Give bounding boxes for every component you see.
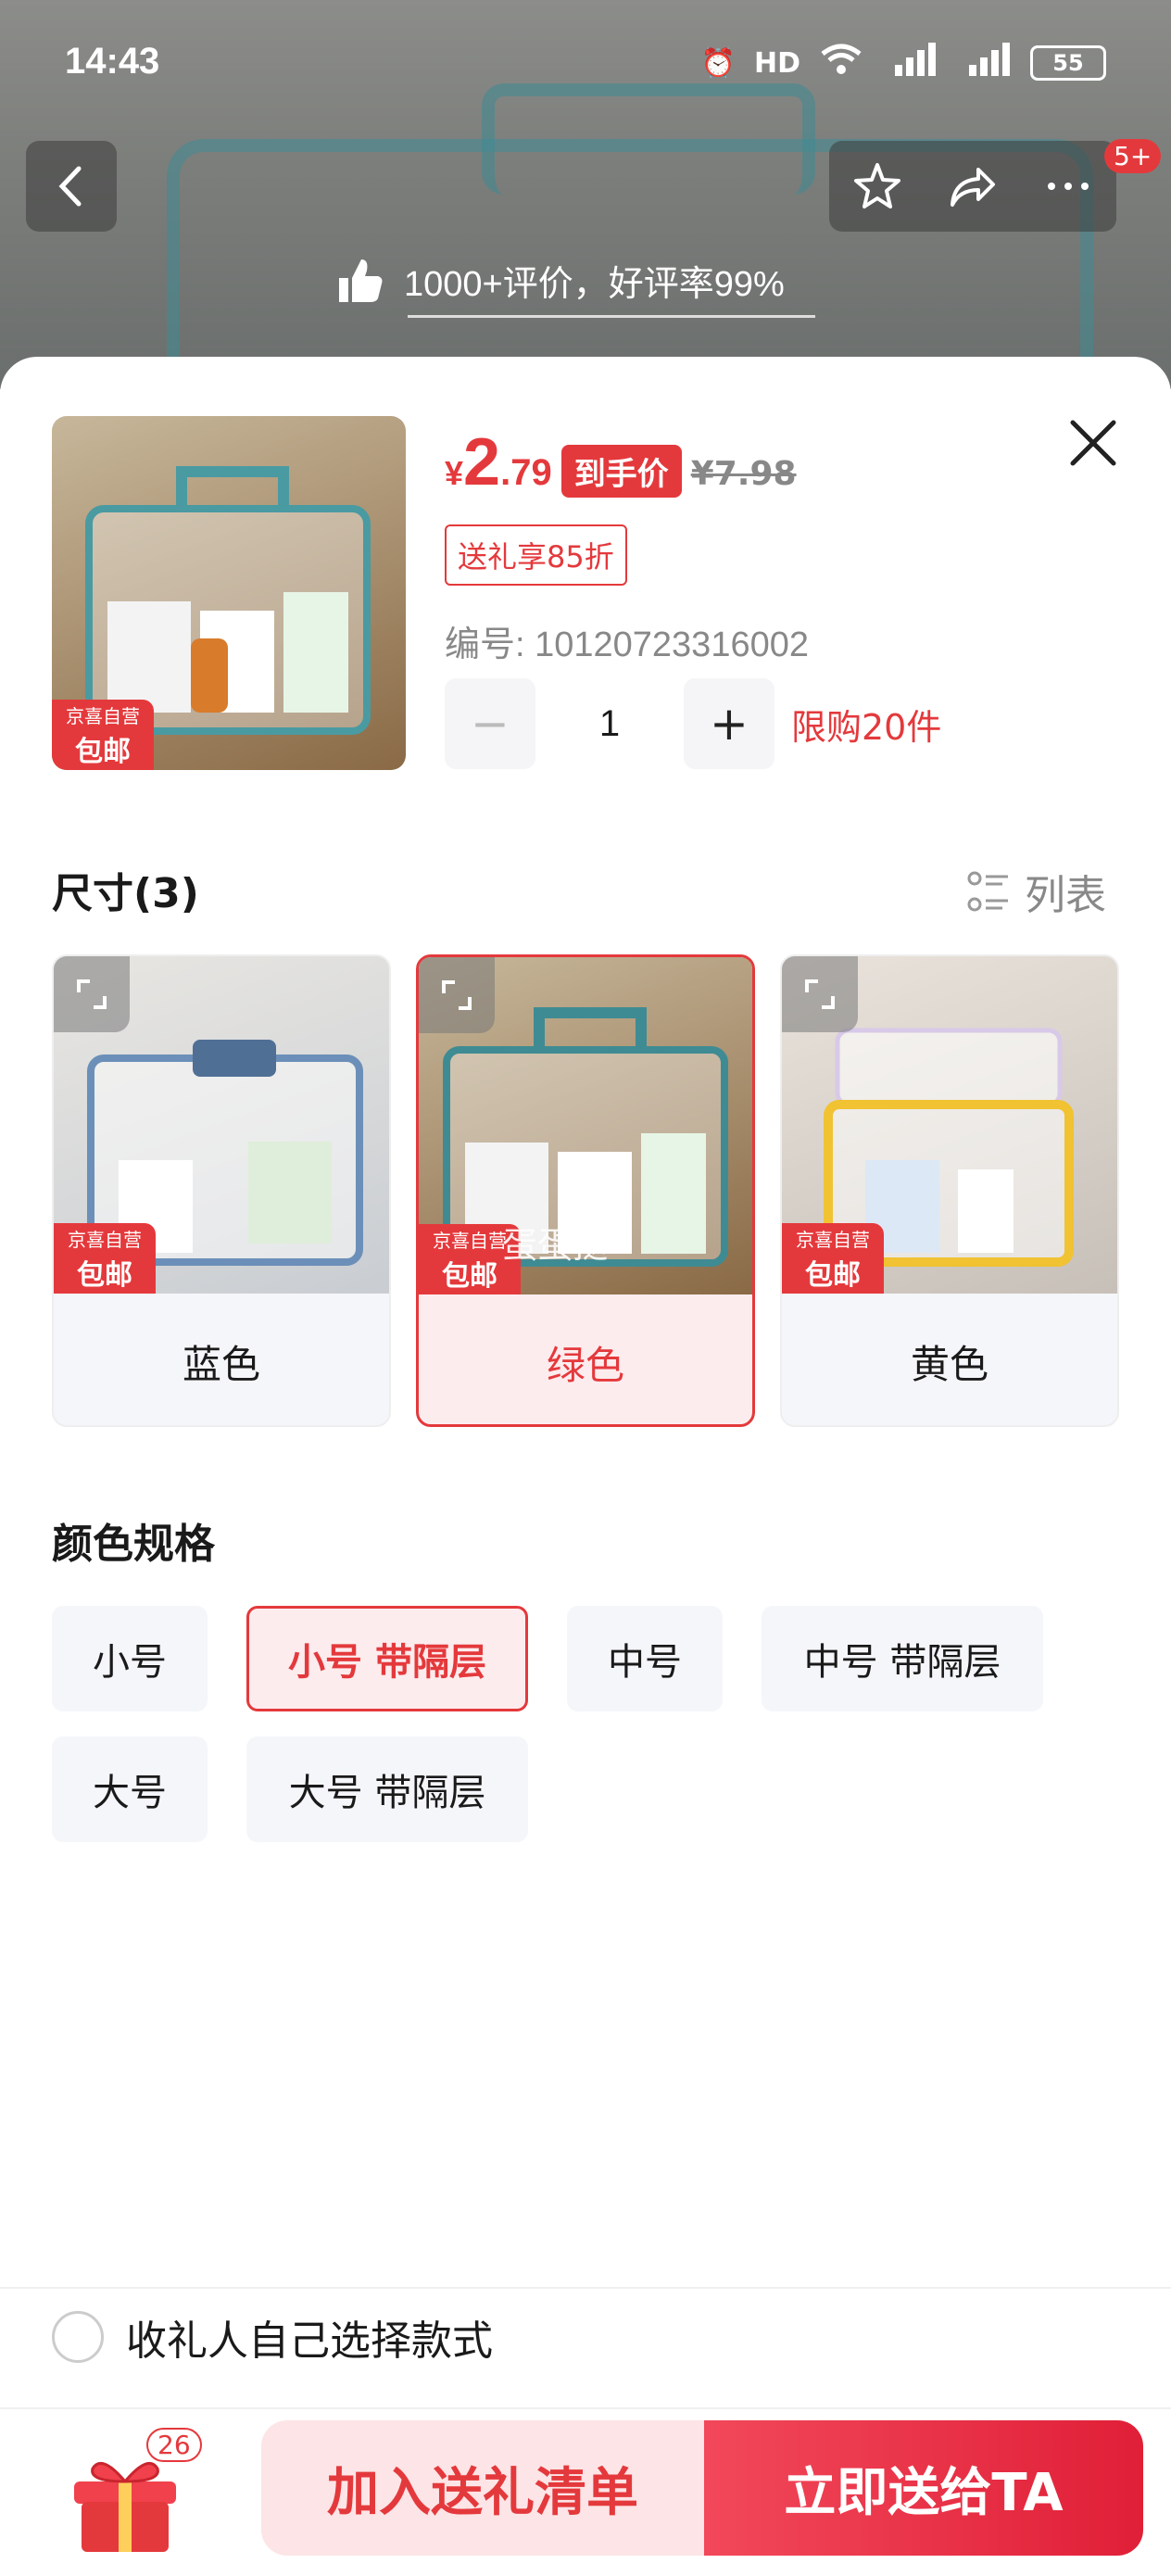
signal-icon-2 (956, 41, 1012, 85)
star-icon[interactable] (851, 160, 903, 212)
variant-card-blue[interactable]: 京喜自营 包邮 蓝色 (52, 954, 391, 1427)
price-decimal: .79 (500, 452, 552, 493)
option-chip[interactable]: 中号 带隔层 (762, 1606, 1043, 1711)
price-symbol: ¥ (445, 454, 464, 492)
wifi-icon (819, 43, 863, 83)
badge-big-text: 包邮 (442, 1259, 497, 1293)
expand-icon[interactable] (419, 957, 495, 1033)
review-underline (408, 315, 815, 318)
variant-image: 京喜自营 包邮 蛋蛋挞 (419, 957, 752, 1294)
close-icon[interactable] (1064, 413, 1123, 473)
increase-button[interactable]: + (684, 678, 774, 769)
status-bar: 14:43 ⏰ HD 55 (0, 0, 1171, 139)
review-summary[interactable]: 1000+评价，好评率99% (334, 243, 785, 317)
price-integer: 2 (463, 425, 501, 499)
thumbs-up-icon (339, 259, 383, 302)
footer-divider (0, 2287, 1171, 2289)
price-row: ¥2.79 到手价 ¥7.98 (445, 424, 797, 500)
jd-self-badge: 京喜自营 包邮 (54, 1223, 156, 1294)
expand-icon[interactable] (54, 956, 130, 1032)
gift-count-badge: 26 (146, 2428, 202, 2462)
decrease-button[interactable]: − (445, 678, 535, 769)
battery-icon: 55 (1030, 45, 1106, 81)
badge-small-text: 京喜自营 (68, 1228, 142, 1251)
cart-badge: 5+ (1104, 139, 1162, 173)
size-section-title: 尺寸(3) (52, 870, 199, 917)
badge-small-text: 京喜自营 (433, 1229, 507, 1252)
color-section-title: 颜色规格 (52, 1521, 215, 1568)
send-now-button[interactable]: 立即送给TA (704, 2420, 1143, 2556)
jd-self-badge: 京喜自营 包邮 (52, 700, 154, 770)
variant-card-green[interactable]: 京喜自营 包邮 蛋蛋挞 绿色 (416, 954, 755, 1427)
list-icon (967, 871, 1008, 912)
quantity-value[interactable]: 1 (535, 703, 684, 745)
signal-icon-1 (882, 41, 938, 85)
quantity-stepper: − 1 + 限购20件 (445, 678, 941, 769)
bottom-bar-divider (0, 2407, 1171, 2409)
review-text: 1000+评价，好评率99% (404, 264, 785, 304)
variant-image: 京喜自营 包邮 (782, 956, 1117, 1294)
variant-card-yellow[interactable]: 京喜自营 包邮 黄色 (780, 954, 1119, 1427)
badge-small-text: 京喜自营 (796, 1228, 870, 1251)
current-price: ¥2.79 (445, 424, 552, 500)
top-action-group (829, 141, 1116, 232)
option-chip[interactable]: 大号 带隔层 (246, 1736, 528, 1842)
add-to-gift-list-button[interactable]: 加入送礼清单 (261, 2420, 704, 2556)
gift-discount-tag: 送礼享85折 (445, 524, 627, 586)
option-chip[interactable]: 大号 (52, 1736, 208, 1842)
variant-label: 绿色 (546, 1342, 624, 1388)
product-thumbnail[interactable]: 京喜自营 包邮 (52, 416, 406, 770)
option-chip[interactable]: 小号 (52, 1606, 208, 1711)
option-chip-selected[interactable]: 小号 带隔层 (246, 1606, 528, 1711)
badge-small-text: 京喜自营 (66, 704, 140, 727)
jd-self-badge: 京喜自营 包邮 (782, 1223, 884, 1294)
share-icon[interactable] (947, 160, 999, 212)
purchase-limit: 限购20件 (791, 706, 942, 748)
self-select-label: 收礼人自己选择款式 (126, 2317, 493, 2365)
option-chip[interactable]: 中号 (567, 1606, 723, 1711)
badge-big-text: 包邮 (805, 1258, 861, 1292)
radio-button[interactable] (52, 2311, 104, 2363)
sku-number: 编号: 10120723316002 (445, 625, 809, 664)
list-toggle-label: 列表 (1025, 872, 1106, 919)
more-icon[interactable] (1042, 160, 1094, 212)
self-select-option[interactable]: 收礼人自己选择款式 (52, 2307, 493, 2367)
status-time: 14:43 (65, 41, 160, 82)
back-button[interactable] (26, 141, 117, 232)
hd-icon: HD (753, 46, 800, 80)
badge-big-text: 包邮 (75, 735, 131, 768)
status-icons: ⏰ HD 55 (701, 41, 1106, 85)
badge-big-text: 包邮 (77, 1258, 132, 1292)
variant-image: 京喜自营 包邮 (54, 956, 389, 1294)
final-price-tag: 到手价 (560, 445, 682, 498)
original-price: ¥7.98 (690, 455, 797, 493)
expand-icon[interactable] (782, 956, 858, 1032)
image-watermark: 蛋蛋挞 (502, 1225, 609, 1266)
alarm-icon: ⏰ (700, 46, 736, 80)
list-view-toggle[interactable]: 列表 (967, 862, 1106, 921)
variant-label: 黄色 (910, 1341, 988, 1387)
variant-label: 蓝色 (182, 1341, 260, 1387)
chevron-left-icon (58, 166, 82, 207)
